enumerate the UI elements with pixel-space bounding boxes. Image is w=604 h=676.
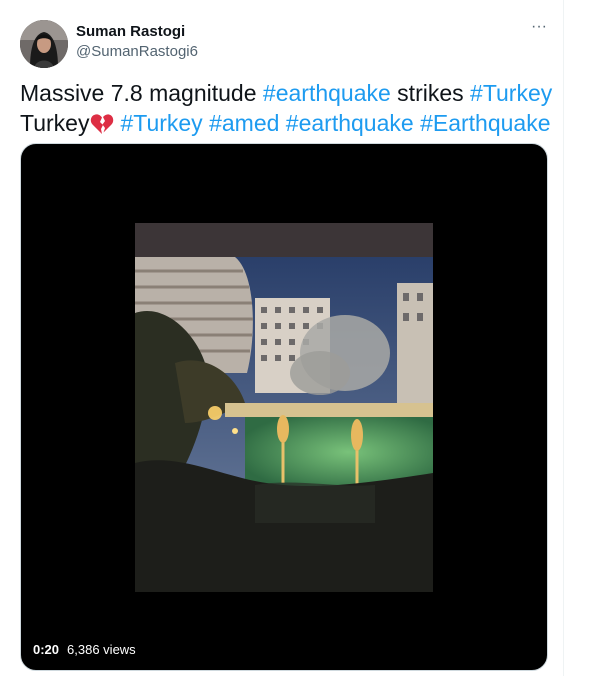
more-options-button[interactable]: ··· xyxy=(526,18,552,42)
video-duration: 0:20 xyxy=(33,641,60,657)
avatar-photo xyxy=(20,20,68,68)
display-name[interactable]: Suman Rastogi xyxy=(76,22,198,42)
video-frame xyxy=(135,223,433,592)
user-handle[interactable]: @SumanRastogi6 xyxy=(76,42,198,62)
hashtag-link[interactable]: #earthquake xyxy=(286,110,414,136)
tweet-text-segment: Massive 7.8 magnitude xyxy=(20,80,263,106)
tweet-text-line-1: Massive 7.8 magnitude #earthquake strike… xyxy=(20,78,555,108)
hashtag-link[interactable]: #amed xyxy=(209,110,279,136)
ellipsis-icon: ··· xyxy=(531,18,547,35)
view-count: 6,386 views xyxy=(67,641,136,657)
video-overlay: 0:20 6,386 views xyxy=(33,638,136,660)
broken-heart-emoji xyxy=(90,112,114,142)
tweet-text-line-2: Turkey #Turkey #amed #earthquake #Earthqu… xyxy=(20,108,555,142)
hashtag-link[interactable]: #Turkey xyxy=(470,80,552,106)
user-block: Suman Rastogi @SumanRastogi6 xyxy=(76,22,198,62)
tweet-text-segment: Turkey xyxy=(20,110,90,136)
video-still xyxy=(135,223,433,592)
tweet-text: Massive 7.8 magnitude #earthquake strike… xyxy=(20,78,555,142)
hashtag-link[interactable]: #Earthquake xyxy=(420,110,550,136)
video-player[interactable]: 0:20 6,386 views xyxy=(20,143,548,671)
hashtag-link[interactable]: #Turkey xyxy=(120,110,202,136)
hashtag-link[interactable]: #earthquake xyxy=(263,80,391,106)
avatar[interactable] xyxy=(20,20,68,68)
tweet: Suman Rastogi @SumanRastogi6 ··· Massive… xyxy=(0,0,563,676)
right-divider xyxy=(563,0,564,676)
tweet-text-segment: strikes xyxy=(390,80,471,106)
